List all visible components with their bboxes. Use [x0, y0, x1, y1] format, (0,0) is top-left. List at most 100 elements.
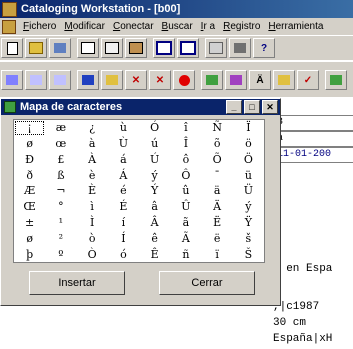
- cancel-icon[interactable]: ✕: [149, 70, 171, 90]
- char-cell[interactable]: ¡: [14, 120, 45, 136]
- char-cell[interactable]: â: [139, 199, 170, 215]
- char-cell[interactable]: Ë: [202, 215, 233, 231]
- char-cell[interactable]: º: [45, 246, 76, 262]
- open-icon[interactable]: [25, 38, 47, 58]
- check-icon[interactable]: ✓: [297, 70, 319, 90]
- char-cell[interactable]: Î: [170, 136, 201, 152]
- char-cell[interactable]: Ð: [14, 152, 45, 168]
- tile-icon[interactable]: [177, 38, 199, 58]
- validate-icon[interactable]: [1, 70, 23, 90]
- graphic-icon[interactable]: [201, 70, 223, 90]
- close-button[interactable]: Cerrar: [159, 271, 255, 295]
- char-cell[interactable]: Ñ: [202, 120, 233, 136]
- maximize-icon[interactable]: □: [244, 100, 260, 114]
- insert-button[interactable]: Insertar: [29, 271, 125, 295]
- char-cell[interactable]: ¿: [77, 120, 108, 136]
- record-line-1[interactable]: l en Espa: [273, 263, 332, 275]
- char-cell[interactable]: Ó: [139, 120, 170, 136]
- char-cell[interactable]: £: [45, 152, 76, 168]
- print-icon[interactable]: [229, 38, 251, 58]
- char-cell[interactable]: Ÿ: [233, 215, 264, 231]
- list-icon[interactable]: [325, 70, 347, 90]
- field-2[interactable]: a: [273, 131, 353, 147]
- char-cell[interactable]: Ý: [139, 183, 170, 199]
- char-cell[interactable]: æ: [45, 120, 76, 136]
- char-cell[interactable]: Ü: [233, 183, 264, 199]
- char-cell[interactable]: ø: [14, 230, 45, 246]
- next-record-icon[interactable]: [49, 70, 71, 90]
- cut-icon[interactable]: [77, 38, 99, 58]
- char-cell[interactable]: ò: [77, 230, 108, 246]
- menu-conectar[interactable]: Conectar: [109, 21, 158, 32]
- document-icon[interactable]: [2, 19, 16, 34]
- prev-record-icon[interactable]: [25, 70, 47, 90]
- char-cell[interactable]: Ê: [139, 246, 170, 262]
- char-cell[interactable]: Æ: [14, 183, 45, 199]
- help-icon[interactable]: ?: [253, 38, 275, 58]
- char-cell[interactable]: Á: [108, 167, 139, 183]
- char-cell[interactable]: î: [170, 120, 201, 136]
- char-cell[interactable]: Ï: [233, 120, 264, 136]
- char-cell[interactable]: Š: [233, 246, 264, 262]
- char-cell[interactable]: ä: [202, 183, 233, 199]
- edit-icon[interactable]: [205, 38, 227, 58]
- char-cell[interactable]: Ò: [77, 246, 108, 262]
- char-cell[interactable]: ê: [139, 230, 170, 246]
- char-cell[interactable]: ý: [139, 167, 170, 183]
- char-cell[interactable]: Â: [139, 215, 170, 231]
- char-cell[interactable]: È: [77, 183, 108, 199]
- close-icon[interactable]: ✕: [262, 100, 278, 114]
- menu-ir-a[interactable]: Ir a: [197, 21, 219, 32]
- char-cell[interactable]: Õ: [202, 152, 233, 168]
- char-cell[interactable]: ô: [170, 152, 201, 168]
- char-cell[interactable]: Ì: [77, 215, 108, 231]
- char-cell[interactable]: œ: [45, 136, 76, 152]
- char-cell[interactable]: Ú: [139, 152, 170, 168]
- char-cell[interactable]: ¬: [45, 183, 76, 199]
- char-cell[interactable]: Ã: [170, 230, 201, 246]
- stop-icon[interactable]: [173, 70, 195, 90]
- char-cell[interactable]: À: [77, 152, 108, 168]
- char-cell[interactable]: ý: [233, 199, 264, 215]
- window-icon[interactable]: [153, 38, 175, 58]
- char-cell[interactable]: ã: [170, 215, 201, 231]
- record-line-3[interactable]: 30 cm: [273, 317, 306, 329]
- char-cell[interactable]: š: [233, 230, 264, 246]
- diacritic-icon[interactable]: Ä: [249, 70, 271, 90]
- field-1[interactable]: 3: [273, 115, 353, 131]
- char-cell[interactable]: ñ: [170, 246, 201, 262]
- record-line-4[interactable]: España|xH: [273, 333, 332, 345]
- char-cell[interactable]: ß: [45, 167, 76, 183]
- char-cell[interactable]: ú: [139, 136, 170, 152]
- char-cell[interactable]: ó: [108, 246, 139, 262]
- folder-icon[interactable]: [101, 70, 123, 90]
- char-cell[interactable]: õ: [202, 136, 233, 152]
- char-cell[interactable]: þ: [14, 246, 45, 262]
- paste-icon[interactable]: [125, 38, 147, 58]
- save-icon[interactable]: [77, 70, 99, 90]
- char-cell[interactable]: ²: [45, 230, 76, 246]
- minimize-icon[interactable]: _: [226, 100, 242, 114]
- char-cell[interactable]: Ô: [170, 167, 201, 183]
- map-icon[interactable]: [225, 70, 247, 90]
- new-icon[interactable]: [1, 38, 23, 58]
- char-cell[interactable]: é: [108, 183, 139, 199]
- char-cell[interactable]: É: [108, 199, 139, 215]
- menu-buscar[interactable]: Buscar: [158, 21, 197, 32]
- char-cell[interactable]: Í: [108, 230, 139, 246]
- char-cell[interactable]: à: [77, 136, 108, 152]
- char-cell[interactable]: ë: [202, 230, 233, 246]
- char-cell[interactable]: á: [108, 152, 139, 168]
- char-cell[interactable]: Û: [170, 199, 201, 215]
- menu-herramientas[interactable]: Herramienta: [264, 21, 327, 32]
- char-cell[interactable]: ü: [233, 167, 264, 183]
- field-date[interactable]: 11-01-200: [273, 147, 353, 163]
- char-cell[interactable]: ¯: [202, 167, 233, 183]
- char-cell[interactable]: ð: [14, 167, 45, 183]
- char-cell[interactable]: °: [45, 199, 76, 215]
- char-cell[interactable]: Ä: [202, 199, 233, 215]
- menu-fichero[interactable]: Fichero: [19, 21, 60, 32]
- char-cell[interactable]: ì: [77, 199, 108, 215]
- char-cell[interactable]: Ö: [233, 152, 264, 168]
- char-cell[interactable]: ï: [202, 246, 233, 262]
